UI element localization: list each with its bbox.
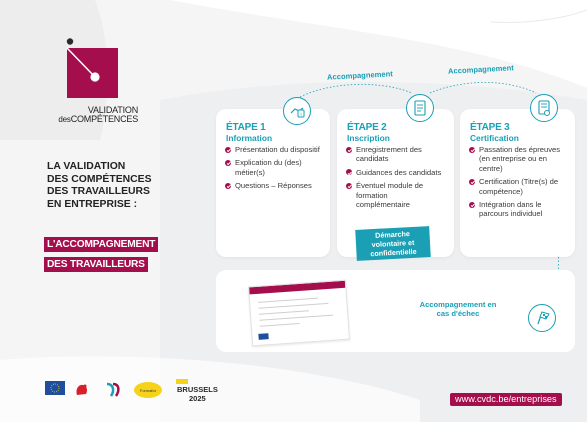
headline-badge: L'ACCOMPAGNEMENT [44,237,159,252]
logo-text-main: COMPÉTENCES [70,114,139,124]
brussels-2025-logo-icon: BRUSSELS 2025 [176,379,218,403]
wallonie-rooster-icon [76,384,87,395]
voluntary-badge: Démarche volontaire et confidentielle [355,226,431,261]
check-bullet-icon [346,146,352,153]
headline: LA VALIDATION DES COMPÉTENCES DES TRAVAI… [47,161,167,211]
logo-text-prefix: des [58,115,71,124]
list-item: Questions – Réponses [225,181,327,190]
step-title: ÉTAPE 2 [347,122,387,133]
list-item: Intégration dans le parcours individuel [469,200,567,219]
bruxelles-formation-icon [106,382,120,397]
headline-line: DES COMPÉTENCES [47,173,152,185]
check-bullet-icon [469,146,475,153]
eu-flag-icon [45,381,65,395]
svg-text:BRUSSELS: BRUSSELS [177,385,218,394]
check-bullet-icon [346,169,352,176]
list-item: Passation des épreuves (en entreprise ou… [469,145,567,173]
headline-line: EN ENTREPRISE : [47,198,138,210]
step-list: Enregistrement des candidats Guidances d… [346,145,448,213]
list-item: Enregistrement des candidats [346,145,448,164]
flag-icon [528,304,556,332]
step-subtitle: Information [226,133,273,143]
step-list: Passation des épreuves (en entreprise ou… [469,145,571,223]
list-item: Explication du (des) métier(s) [225,158,327,177]
step-card-1: ÉTAPE 1 Information Présentation du disp… [216,109,330,257]
failure-support-label: Accompagnement en cas d'échec [419,300,497,318]
document-preview [248,279,350,347]
website-link[interactable]: www.cvdc.be/entreprises [450,393,562,406]
step-subtitle: Inscription [347,133,390,143]
headline-badge: DES TRAVAILLEURS [44,257,148,272]
document-check-icon [406,94,434,122]
list-item: Certification (Titre(s) de compétence) [469,177,567,196]
step-list: Présentation du dispositif Explication d… [225,145,327,195]
hand-info-icon: i [283,97,311,125]
check-bullet-icon [225,182,231,189]
check-bullet-icon [225,159,231,166]
step-title: ÉTAPE 3 [470,122,510,133]
list-item: Éventuel module de formation complémenta… [346,181,426,209]
check-bullet-icon [346,182,352,189]
check-bullet-icon [225,146,231,153]
check-bullet-icon [469,178,475,185]
validation-competences-logo: VALIDATION desCOMPÉTENCES [58,38,138,124]
headline-line: LA VALIDATION [47,161,126,172]
check-bullet-icon [469,201,475,208]
certificate-icon [530,94,558,122]
step-subtitle: Certification [470,133,519,143]
logo-text-line2: desCOMPÉTENCES [58,114,139,125]
svg-text:2025: 2025 [189,394,206,403]
forem-logo-icon: Formafor [134,382,162,398]
step-card-3: ÉTAPE 3 Certification Passation des épre… [460,109,575,257]
list-item: Guidances des candidats [346,168,448,177]
svg-text:i: i [300,112,301,118]
list-item: Présentation du dispositif [225,145,327,154]
svg-text:Formafor: Formafor [140,388,157,393]
headline-line: DES TRAVAILLEURS [47,186,150,197]
step-title: ÉTAPE 1 [226,122,266,133]
